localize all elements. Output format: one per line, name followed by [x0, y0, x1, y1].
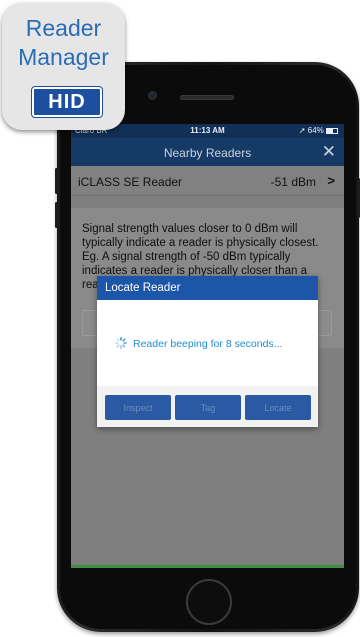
- app-icon: Reader Manager HID: [2, 3, 125, 130]
- dialog-body: Reader beeping for 8 seconds...: [97, 300, 318, 386]
- dialog-title: Locate Reader: [105, 282, 181, 294]
- dialog-header: Locate Reader: [97, 276, 318, 300]
- battery-level: ➚ 64%: [299, 126, 338, 135]
- dialog-message: Reader beeping for 8 seconds...: [133, 338, 283, 350]
- inspect-button[interactable]: Inspect: [105, 395, 171, 420]
- earpiece-speaker: [180, 95, 234, 100]
- battery-icon: [326, 127, 338, 134]
- nav-title: Nearby Readers: [163, 146, 252, 160]
- tag-button[interactable]: Tag: [175, 395, 241, 420]
- dialog-footer: Inspect Tag Locate: [97, 386, 318, 427]
- reader-name: iCLASS SE Reader: [78, 175, 183, 189]
- app-icon-title-line2: Manager: [18, 44, 109, 70]
- close-icon[interactable]: ✕: [322, 142, 336, 162]
- nav-bar: Nearby Readers ✕: [71, 138, 344, 166]
- volume-button: [55, 202, 58, 228]
- battery-percent: 64%: [307, 126, 324, 135]
- locate-button[interactable]: Locate: [245, 395, 311, 420]
- reader-signal: -51 dBm: [270, 175, 316, 189]
- volume-button: [55, 168, 58, 194]
- locate-reader-dialog: Locate Reader Reader beeping for 8 secon…: [97, 276, 318, 427]
- location-icon: ➚: [298, 126, 308, 135]
- front-camera: [148, 91, 157, 100]
- reader-list-item[interactable]: iCLASS SE Reader -51 dBm >: [71, 166, 344, 196]
- spinner-icon: [115, 337, 127, 349]
- chevron-right-icon: >: [327, 173, 335, 188]
- stage: Claro BR 11:13 AM ➚ 64% Nearby Readers ✕…: [0, 0, 360, 637]
- app-icon-title-line1: Reader: [25, 15, 102, 41]
- hid-logo: HID: [31, 86, 103, 118]
- bottom-accent-bar: [71, 565, 344, 568]
- home-button[interactable]: [186, 579, 232, 625]
